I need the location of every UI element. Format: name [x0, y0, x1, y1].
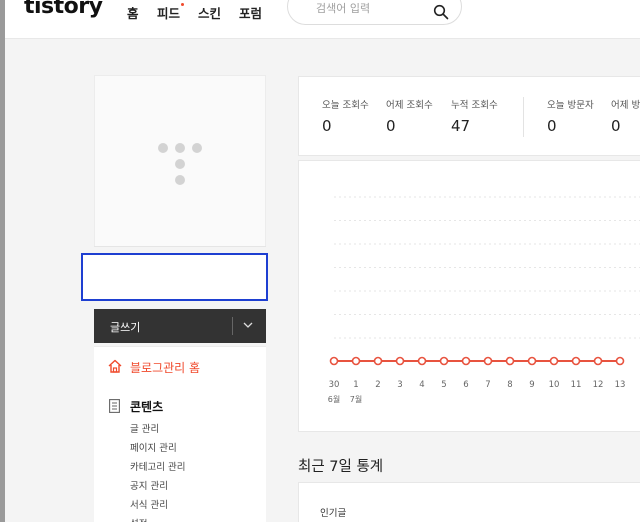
chart-x-tick-label: 4 — [419, 380, 424, 390]
chart-x-tick-label: 2 — [375, 380, 380, 390]
chart-x-tick-label: 7 — [485, 380, 490, 390]
chart-x-tick-label: 5 — [441, 380, 446, 390]
sidebar-section-label: 콘텐츠 — [130, 400, 164, 414]
placeholder-dot — [175, 159, 185, 169]
stat-label-yesterday-visitors: 어제 방문자 — [611, 100, 640, 111]
chart-data-point — [593, 356, 603, 366]
chart-x-tick-label: 6 — [463, 380, 468, 390]
nav-home[interactable]: 홈 — [127, 3, 139, 22]
search-input[interactable] — [316, 2, 426, 15]
search-box — [287, 0, 462, 25]
nav-skin[interactable]: 스킨 — [198, 3, 221, 22]
visit-stats-card: 오늘 조회수 0 어제 조회수 0 누적 조회수 47 오늘 방문자 0 어제 … — [298, 76, 640, 156]
chart-x-tick-label: 1 — [353, 380, 358, 390]
chart-data-point — [615, 356, 625, 366]
chart-data-point — [329, 356, 339, 366]
stat-value-today-visitors: 0 — [547, 117, 557, 135]
stat-label-today-visitors: 오늘 방문자 — [547, 100, 594, 111]
popular-posts-label: 인기글 — [320, 508, 347, 519]
chart-data-point — [483, 356, 493, 366]
chart-data-point — [373, 356, 383, 366]
stat-label-today-views: 오늘 조회수 — [322, 100, 369, 111]
sidebar-item-templates[interactable]: 서식 관리 — [130, 497, 168, 511]
popular-posts-card: 인기글 — [298, 482, 640, 522]
chart-data-point — [351, 356, 361, 366]
visitor-line-chart: 30 1 2 3 4 5 6 7 8 9 10 11 12 136월 7월 — [328, 196, 640, 404]
placeholder-dot — [158, 143, 168, 153]
stat-value-today-views: 0 — [322, 117, 332, 135]
nav-forum[interactable]: 포럼 — [239, 3, 262, 22]
document-icon — [109, 399, 120, 413]
placeholder-dot — [175, 143, 185, 153]
chart-data-point — [505, 356, 515, 366]
chart-month-label: 7월 — [350, 394, 362, 404]
blog-profile-image — [94, 75, 266, 247]
chart-data-point — [571, 356, 581, 366]
write-button-separator — [232, 317, 233, 335]
sidebar-item-notices[interactable]: 공지 관리 — [130, 478, 168, 492]
sidebar-item-categories[interactable]: 카테고리 관리 — [130, 459, 185, 473]
chart-data-point — [461, 356, 471, 366]
chart-x-tick-label: 11 — [571, 380, 582, 390]
house-icon — [108, 359, 122, 373]
placeholder-dot — [175, 175, 185, 185]
blog-name-field[interactable] — [81, 253, 268, 301]
top-navigation-bar: tistory 홈 피드 스킨 포럼 — [5, 0, 640, 39]
chart-data-point — [527, 356, 537, 366]
chevron-down-icon[interactable] — [242, 319, 254, 331]
window-edge — [0, 0, 5, 522]
stat-label-yesterday-views: 어제 조회수 — [386, 100, 433, 111]
sidebar-menu: 블로그관리 홈 콘텐츠 글 관리 페이지 관리 카테고리 관리 공지 관리 서식… — [94, 346, 266, 522]
recent-stats-title: 최근 7일 통계 — [298, 459, 384, 475]
chart-data-point — [549, 356, 559, 366]
chart-x-tick-label: 10 — [549, 380, 560, 390]
stat-label-total-views: 누적 조회수 — [451, 100, 498, 111]
search-icon[interactable] — [433, 4, 449, 20]
sidebar-item-settings[interactable]: 설정 — [130, 516, 147, 522]
chart-x-tick-label: 30 — [329, 380, 340, 390]
sidebar-item-posts[interactable]: 글 관리 — [130, 421, 159, 435]
chart-x-tick-label: 12 — [593, 380, 604, 390]
chart-month-label: 6월 — [328, 394, 340, 404]
write-post-button[interactable]: 글쓰기 — [94, 309, 266, 343]
chart-data-point — [417, 356, 427, 366]
chart-x-tick-label: 13 — [615, 380, 626, 390]
profile-divider — [94, 246, 266, 247]
write-post-label: 글쓰기 — [110, 321, 141, 334]
sidebar-item-pages[interactable]: 페이지 관리 — [130, 440, 177, 454]
placeholder-dot — [192, 143, 202, 153]
nav-feed[interactable]: 피드 — [157, 3, 180, 22]
tistory-logo[interactable]: tistory — [24, 0, 103, 19]
chart-x-tick-label: 3 — [397, 380, 402, 390]
stat-value-yesterday-views: 0 — [386, 117, 396, 135]
stat-value-yesterday-visitors: 0 — [611, 117, 621, 135]
visitor-chart-card: 30 1 2 3 4 5 6 7 8 9 10 11 12 13 6월 7월 — [298, 160, 640, 432]
feed-new-dot — [181, 3, 184, 6]
stat-value-total-views: 47 — [451, 117, 471, 135]
chart-data-point — [439, 356, 449, 366]
stat-divider — [523, 97, 524, 137]
chart-x-tick-label: 9 — [529, 380, 534, 390]
chart-x-tick-label: 8 — [507, 380, 512, 390]
chart-data-point — [395, 356, 405, 366]
sidebar-item-label: 블로그관리 홈 — [130, 361, 201, 375]
